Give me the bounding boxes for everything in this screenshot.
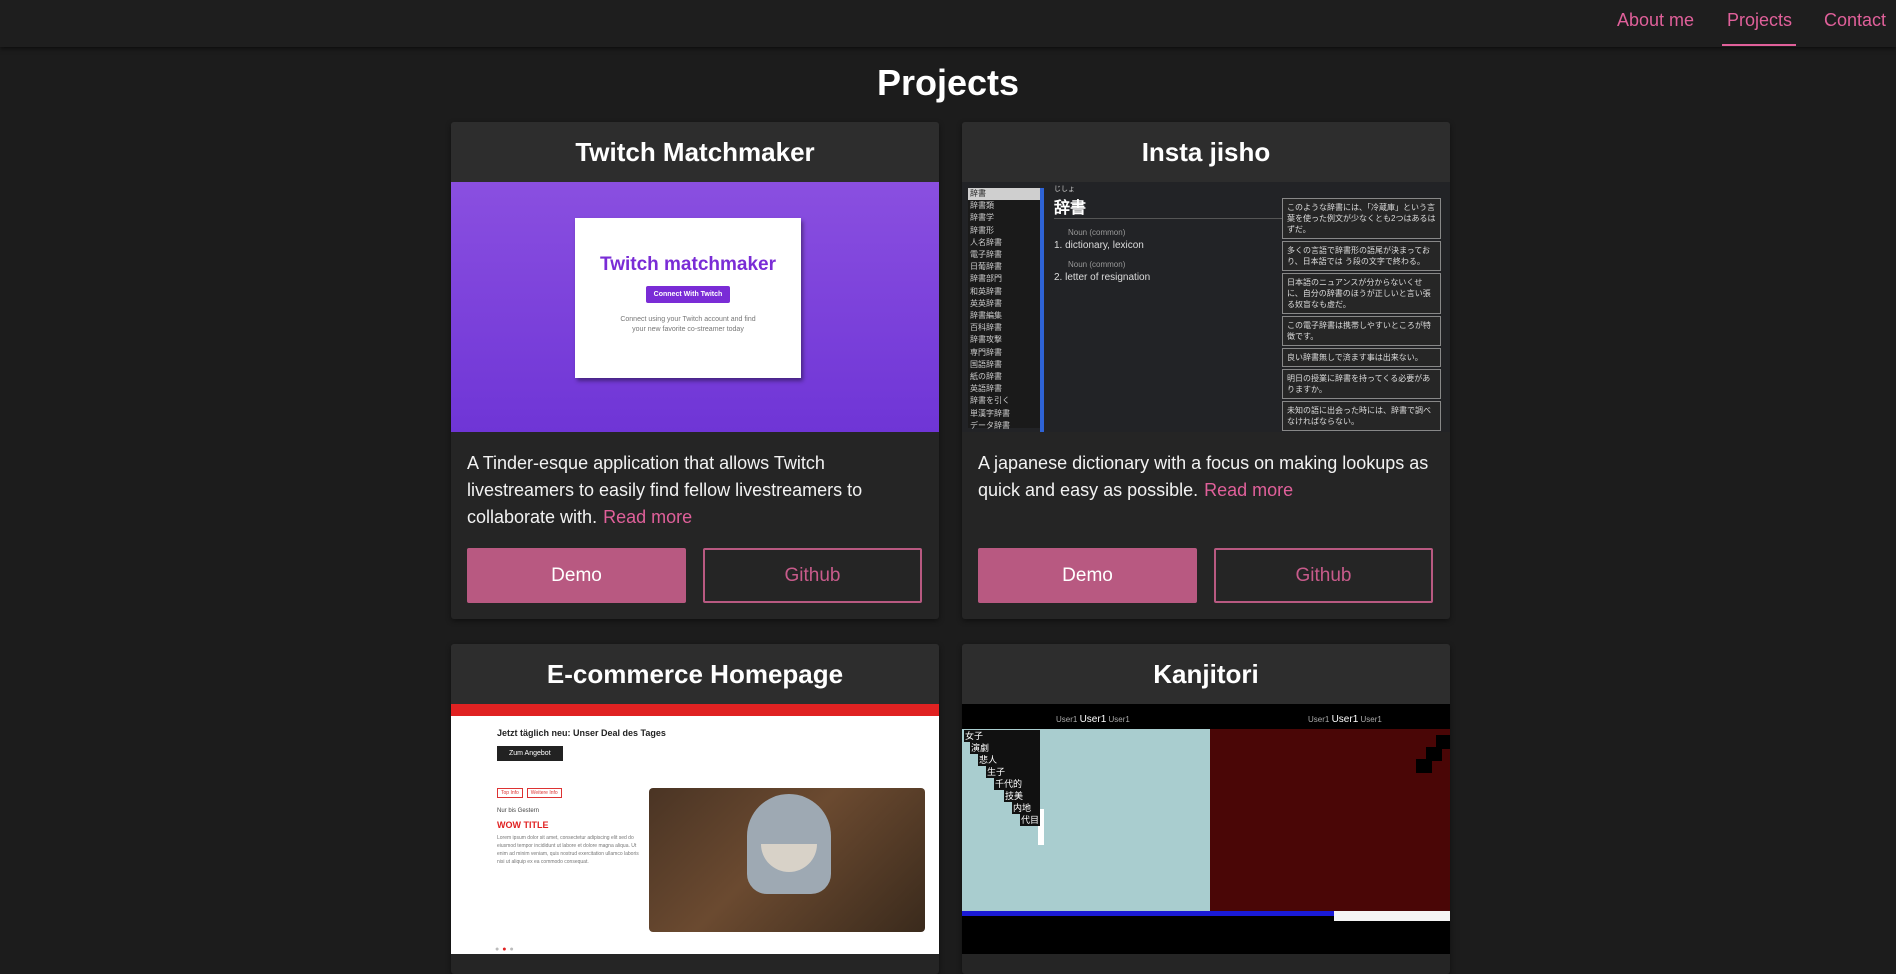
preview-heading: Twitch matchmaker: [600, 254, 776, 275]
preview-deal-heading: Jetzt täglich neu: Unser Deal des Tages: [497, 728, 666, 738]
project-card-insta-jisho: Insta jisho 辞書 辞書類 辞書学 辞書形 人名辞書 電子辞書 日葡辞…: [962, 122, 1450, 619]
preview-product-photo: [649, 788, 925, 932]
preview-deal-button: Zum Angebot: [497, 746, 563, 761]
preview-pos: Noun (common): [1068, 228, 1126, 237]
project-actions: Demo Github: [467, 548, 923, 603]
example-sentence: 明日の授業に辞書を持ってくる必要がありますか。: [1282, 369, 1441, 399]
preview-definition: 2. letter of resignation: [1054, 272, 1151, 283]
list-item: 単漢字辞書: [970, 408, 1010, 418]
example-sentence: 未知の語に出会った時には、辞書で調べなければならない。: [1282, 401, 1441, 431]
list-item: 辞書攻撃: [970, 335, 1002, 345]
project-actions: Demo Github: [978, 548, 1434, 603]
preview-definition: 1. dictionary, lexicon: [1054, 240, 1144, 251]
preview-wow-title: WOW TITLE: [497, 820, 549, 830]
preview-left-user: User1 User1 User1: [1056, 714, 1130, 725]
list-item: 和英辞書: [970, 286, 1002, 296]
project-description: A Tinder-esque application that allows T…: [451, 432, 939, 540]
preview-tags: Top Info Weitere Info: [497, 788, 566, 798]
example-sentence: この電子辞書は携帯しやすいところが特徴です。: [1282, 316, 1441, 346]
example-sentence: このような辞書には、「冷蔵庫」という言葉を使った例文が少なくとも2つはあるはずだ…: [1282, 198, 1441, 239]
list-item: 英語辞書: [970, 384, 1002, 394]
preview-right-board: [1210, 729, 1450, 911]
preview-progress-remaining: [1334, 911, 1450, 921]
top-navbar: About me Projects Contact: [0, 0, 1896, 47]
list-item: 辞書編集: [970, 311, 1002, 321]
project-title: Twitch Matchmaker: [451, 122, 939, 182]
preview-word-list: 辞書 辞書類 辞書学 辞書形 人名辞書 電子辞書 日葡辞書 辞書部門 和英辞書 …: [968, 188, 1042, 430]
preview-kanji-tiles: 女子 演劇 悲人 生子 千代的 技美 内地 代目: [964, 730, 1041, 826]
preview-subtext: Connect using your Twitch account and fi…: [620, 316, 756, 333]
list-item: 辞書学: [970, 213, 994, 223]
preview-body-text: Lorem ipsum dolor sit amet, consectetur …: [497, 835, 639, 865]
list-item: 百科辞書: [970, 323, 1002, 333]
list-item: 辞書を引く: [970, 396, 1010, 406]
project-title: Insta jisho: [962, 122, 1450, 182]
read-more-link[interactable]: Read more: [1204, 480, 1293, 500]
example-sentence: 日本語のニュアンスが分からないくせに、自分の辞書のほうが正しいと言い張る奴盲なも…: [1282, 273, 1441, 314]
list-item: 辞書形: [970, 225, 994, 235]
list-item: 英英辞書: [970, 298, 1002, 308]
preview-furigana: じしょ: [1054, 186, 1075, 193]
project-preview-image[interactable]: User1 User1 User1 User1 User1 User1 女子 演…: [962, 704, 1450, 954]
list-item: 国語辞書: [970, 359, 1002, 369]
preview-login-box: Twitch matchmaker Connect With Twitch Co…: [575, 218, 801, 378]
list-item: 辞書類: [970, 201, 994, 211]
project-card-twitch-matchmaker: Twitch Matchmaker Twitch matchmaker Conn…: [451, 122, 939, 619]
project-title: Kanjitori: [962, 644, 1450, 704]
preview-divider: [1054, 218, 1284, 219]
list-item: 人名辞書: [970, 237, 1002, 247]
project-card-kanjitori: Kanjitori User1 User1 User1 User1 User1 …: [962, 644, 1450, 974]
preview-until-text: Nur bis Gestern: [497, 808, 540, 814]
example-sentence: 良い辞書無しで済ます事は出来ない。: [1282, 348, 1441, 367]
list-item: 紙の辞書: [970, 372, 1002, 382]
demo-button[interactable]: Demo: [467, 548, 686, 603]
page-title: Projects: [876, 62, 1020, 103]
preview-tag: Weitere Info: [526, 788, 562, 798]
preview-connect-button: Connect With Twitch: [645, 286, 731, 303]
list-item: 電子辞書: [970, 250, 1002, 260]
nav-link-contact[interactable]: Contact: [1824, 10, 1886, 31]
project-card-ecommerce-homepage: E-commerce Homepage Jetzt täglich neu: U…: [451, 644, 939, 974]
list-item: 専門辞書: [970, 347, 1002, 357]
preview-right-user: User1 User1 User1: [1308, 714, 1382, 725]
preview-progress-bar: [962, 911, 1334, 916]
list-item: 辞書: [968, 188, 1042, 201]
preview-header-bar: [451, 704, 939, 716]
read-more-link[interactable]: Read more: [603, 507, 692, 527]
list-item: データ辞書: [970, 420, 1010, 430]
nav-link-about[interactable]: About me: [1617, 10, 1694, 31]
project-title: E-commerce Homepage: [451, 644, 939, 704]
project-description: A japanese dictionary with a focus on ma…: [962, 432, 1450, 540]
preview-pos: Noun (common): [1068, 260, 1126, 269]
example-sentence: 多くの言語で辞書形の語尾が決まっており、日本語では う段の文字で終わる。: [1282, 241, 1441, 271]
project-preview-image[interactable]: Jetzt täglich neu: Unser Deal des Tages …: [451, 704, 939, 954]
list-item: 日葡辞書: [970, 262, 1002, 272]
preview-carousel-dots: ●●●: [495, 946, 517, 953]
list-item: 辞書部門: [970, 274, 1002, 284]
github-button[interactable]: Github: [703, 548, 922, 603]
nav-link-projects[interactable]: Projects: [1727, 10, 1792, 31]
preview-tag: Top Info: [497, 788, 523, 798]
demo-button[interactable]: Demo: [978, 548, 1197, 603]
github-button[interactable]: Github: [1214, 548, 1433, 603]
preview-scroll-bar: [1040, 188, 1044, 432]
preview-example-sentences: このような辞書には、「冷蔵庫」という言葉を使った例文が少なくとも2つはあるはずだ…: [1282, 198, 1441, 432]
active-nav-underline: [1722, 44, 1796, 46]
preview-headword: 辞書: [1054, 200, 1087, 217]
project-preview-image[interactable]: 辞書 辞書類 辞書学 辞書形 人名辞書 電子辞書 日葡辞書 辞書部門 和英辞書 …: [962, 182, 1450, 432]
project-preview-image[interactable]: Twitch matchmaker Connect With Twitch Co…: [451, 182, 939, 432]
